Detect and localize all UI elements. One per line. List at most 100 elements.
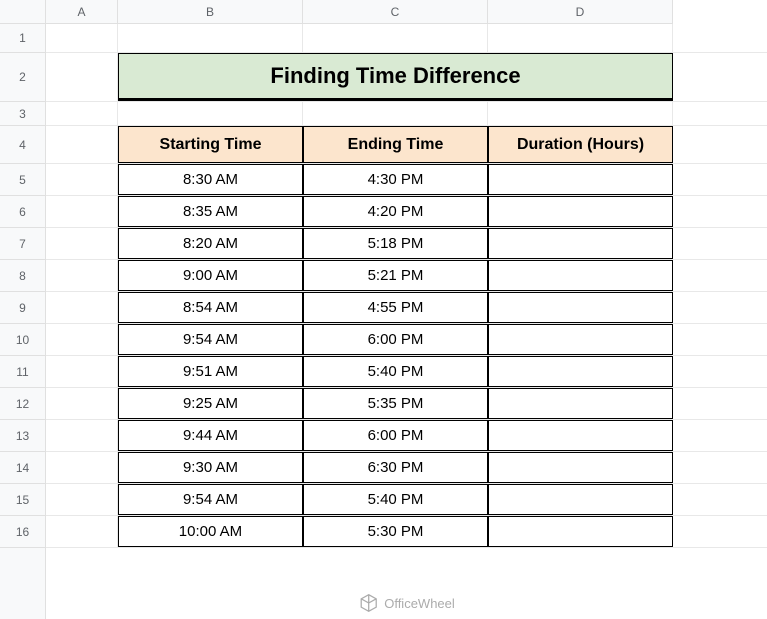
cell-starting-time[interactable]: 8:30 AM	[118, 164, 303, 195]
cell-c3[interactable]	[303, 102, 488, 125]
table-row: 8:20 AM5:18 PM	[46, 228, 767, 260]
row-headers: 1 2 3 4 5 6 7 8 9 10 11 12 13 14 15 16	[0, 24, 46, 619]
row-header-4[interactable]: 4	[0, 126, 45, 164]
cell-ending-time[interactable]: 5:18 PM	[303, 228, 488, 259]
cell-duration[interactable]	[488, 420, 673, 451]
header-duration[interactable]: Duration (Hours)	[488, 126, 673, 163]
table-row: 9:44 AM6:00 PM	[46, 420, 767, 452]
cell-duration[interactable]	[488, 164, 673, 195]
table-row: 8:30 AM4:30 PM	[46, 164, 767, 196]
cell-starting-time[interactable]: 8:20 AM	[118, 228, 303, 259]
row-header-1[interactable]: 1	[0, 24, 45, 53]
row-header-16[interactable]: 16	[0, 516, 45, 548]
cell-duration[interactable]	[488, 324, 673, 355]
cell-d1[interactable]	[488, 24, 673, 52]
cell-starting-time[interactable]: 9:51 AM	[118, 356, 303, 387]
cell-ending-time[interactable]: 4:20 PM	[303, 196, 488, 227]
cell-a7[interactable]	[46, 228, 118, 259]
cell-duration[interactable]	[488, 388, 673, 419]
cell-d3[interactable]	[488, 102, 673, 125]
cell-ending-time[interactable]: 5:30 PM	[303, 516, 488, 547]
cell-a16[interactable]	[46, 516, 118, 547]
cell-duration[interactable]	[488, 260, 673, 291]
table-row: 8:35 AM4:20 PM	[46, 196, 767, 228]
cell-starting-time[interactable]: 9:00 AM	[118, 260, 303, 291]
row-header-8[interactable]: 8	[0, 260, 45, 292]
cell-ending-time[interactable]: 4:30 PM	[303, 164, 488, 195]
header-starting-time[interactable]: Starting Time	[118, 126, 303, 163]
row-header-5[interactable]: 5	[0, 164, 45, 196]
cell-duration[interactable]	[488, 452, 673, 483]
row-header-9[interactable]: 9	[0, 292, 45, 324]
col-header-d[interactable]: D	[488, 0, 673, 23]
watermark-icon	[358, 593, 378, 613]
cell-a3[interactable]	[46, 102, 118, 125]
cell-duration[interactable]	[488, 196, 673, 227]
cell-a9[interactable]	[46, 292, 118, 323]
cell-duration[interactable]	[488, 292, 673, 323]
cell-a15[interactable]	[46, 484, 118, 515]
watermark-text: OfficeWheel	[384, 596, 455, 611]
cell-a1[interactable]	[46, 24, 118, 52]
cell-b3[interactable]	[118, 102, 303, 125]
cell-a11[interactable]	[46, 356, 118, 387]
row-header-14[interactable]: 14	[0, 452, 45, 484]
row-header-2[interactable]: 2	[0, 53, 45, 102]
cell-starting-time[interactable]: 9:30 AM	[118, 452, 303, 483]
cell-starting-time[interactable]: 9:25 AM	[118, 388, 303, 419]
header-ending-time[interactable]: Ending Time	[303, 126, 488, 163]
col-header-b[interactable]: B	[118, 0, 303, 23]
cell-ending-time[interactable]: 5:35 PM	[303, 388, 488, 419]
title-cell[interactable]: Finding Time Difference	[118, 53, 673, 101]
row-header-10[interactable]: 10	[0, 324, 45, 356]
row-header-11[interactable]: 11	[0, 356, 45, 388]
row-header-13[interactable]: 13	[0, 420, 45, 452]
row-header-12[interactable]: 12	[0, 388, 45, 420]
table-row: 8:54 AM4:55 PM	[46, 292, 767, 324]
cell-duration[interactable]	[488, 516, 673, 547]
cell-starting-time[interactable]: 9:54 AM	[118, 484, 303, 515]
cell-c1[interactable]	[303, 24, 488, 52]
cell-a8[interactable]	[46, 260, 118, 291]
cell-ending-time[interactable]: 5:40 PM	[303, 484, 488, 515]
select-all-corner[interactable]	[0, 0, 46, 24]
table-row: 9:00 AM5:21 PM	[46, 260, 767, 292]
cell-ending-time[interactable]: 5:40 PM	[303, 356, 488, 387]
cell-a10[interactable]	[46, 324, 118, 355]
cell-starting-time[interactable]: 8:35 AM	[118, 196, 303, 227]
col-header-a[interactable]: A	[46, 0, 118, 23]
cell-starting-time[interactable]: 9:44 AM	[118, 420, 303, 451]
row-header-7[interactable]: 7	[0, 228, 45, 260]
table-row: 9:54 AM6:00 PM	[46, 324, 767, 356]
cell-duration[interactable]	[488, 356, 673, 387]
cell-duration[interactable]	[488, 228, 673, 259]
row-header-3[interactable]: 3	[0, 102, 45, 126]
cell-a2[interactable]	[46, 53, 118, 101]
spreadsheet: A B C D 1 2 3 4 5 6 7 8 9 10 11 12 13 14	[0, 0, 767, 619]
table-row: 9:30 AM6:30 PM	[46, 452, 767, 484]
column-headers: A B C D	[46, 0, 673, 24]
cell-a4[interactable]	[46, 126, 118, 163]
cell-starting-time[interactable]: 9:54 AM	[118, 324, 303, 355]
cell-starting-time[interactable]: 10:00 AM	[118, 516, 303, 547]
cell-a5[interactable]	[46, 164, 118, 195]
cell-a12[interactable]	[46, 388, 118, 419]
cell-b1[interactable]	[118, 24, 303, 52]
cell-a6[interactable]	[46, 196, 118, 227]
cell-a14[interactable]	[46, 452, 118, 483]
table-row: 9:25 AM5:35 PM	[46, 388, 767, 420]
cell-ending-time[interactable]: 4:55 PM	[303, 292, 488, 323]
cell-ending-time[interactable]: 6:30 PM	[303, 452, 488, 483]
table-row: 10:00 AM5:30 PM	[46, 516, 767, 548]
col-header-c[interactable]: C	[303, 0, 488, 23]
cell-ending-time[interactable]: 5:21 PM	[303, 260, 488, 291]
cell-ending-time[interactable]: 6:00 PM	[303, 324, 488, 355]
cell-duration[interactable]	[488, 484, 673, 515]
cell-starting-time[interactable]: 8:54 AM	[118, 292, 303, 323]
row-header-6[interactable]: 6	[0, 196, 45, 228]
cell-ending-time[interactable]: 6:00 PM	[303, 420, 488, 451]
table-row: 9:51 AM5:40 PM	[46, 356, 767, 388]
cell-a13[interactable]	[46, 420, 118, 451]
row-header-15[interactable]: 15	[0, 484, 45, 516]
grid[interactable]: Finding Time Difference Starting Time En…	[46, 24, 767, 619]
